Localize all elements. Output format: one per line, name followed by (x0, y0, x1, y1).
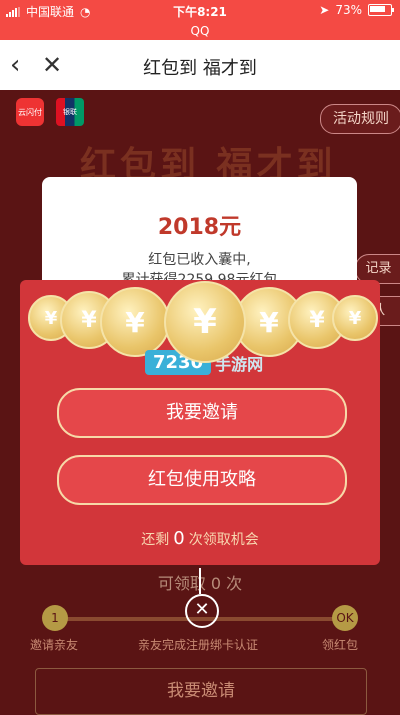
reward-card: 2018元 红包已收入囊中, 累计获得2259.98元红包 (42, 177, 357, 297)
nav-bar: ‹ ✕ 红包到 福才到 (0, 40, 400, 91)
app-label: QQ (0, 22, 400, 40)
step-label-3: 领红包 (322, 638, 359, 652)
unionpay-logo: 银联 (56, 98, 84, 126)
close-connector (199, 568, 201, 594)
battery-percent: 73% (335, 3, 362, 17)
bottom-invite-button[interactable]: 我要邀请 (35, 668, 367, 715)
step-label-1: 邀请亲友 (30, 638, 79, 652)
status-bar: 中国联通 ◔ 下午8:21 ➤ 73% (0, 0, 400, 22)
coin-row: ¥ ¥ ¥ ¥ ¥ ¥ ¥ (20, 281, 380, 363)
partner-logos: 云闪付 银联 (16, 98, 84, 126)
coin-icon: ¥ (100, 287, 170, 357)
coin-icon: ¥ (332, 295, 378, 341)
step-badge-ok: OK (332, 605, 358, 631)
battery-icon (368, 4, 394, 16)
remaining-chances: 还剩 0 次领取机会 (0, 528, 400, 549)
coin-icon: ¥ (164, 281, 246, 363)
page-title: 红包到 福才到 (143, 58, 257, 79)
reward-amount: 2018元 (157, 215, 242, 240)
close-icon[interactable]: ✕ (185, 594, 219, 628)
quickpass-logo: 云闪付 (16, 98, 44, 126)
location-icon: ➤ (319, 3, 330, 17)
rules-button[interactable]: 活动规则 (320, 104, 400, 134)
remain-suffix: 次领取机会 (188, 532, 259, 548)
invite-button[interactable]: 我要邀请 (57, 388, 347, 438)
guide-button[interactable]: 红包使用攻略 (57, 455, 347, 505)
reward-message: 红包已收入囊中, (148, 252, 251, 268)
step-badge-1: 1 (42, 605, 68, 631)
remain-prefix: 还剩 (141, 532, 170, 548)
remain-count: 0 (173, 528, 185, 549)
step-label-2: 亲友完成注册绑卡认证 (138, 638, 259, 652)
